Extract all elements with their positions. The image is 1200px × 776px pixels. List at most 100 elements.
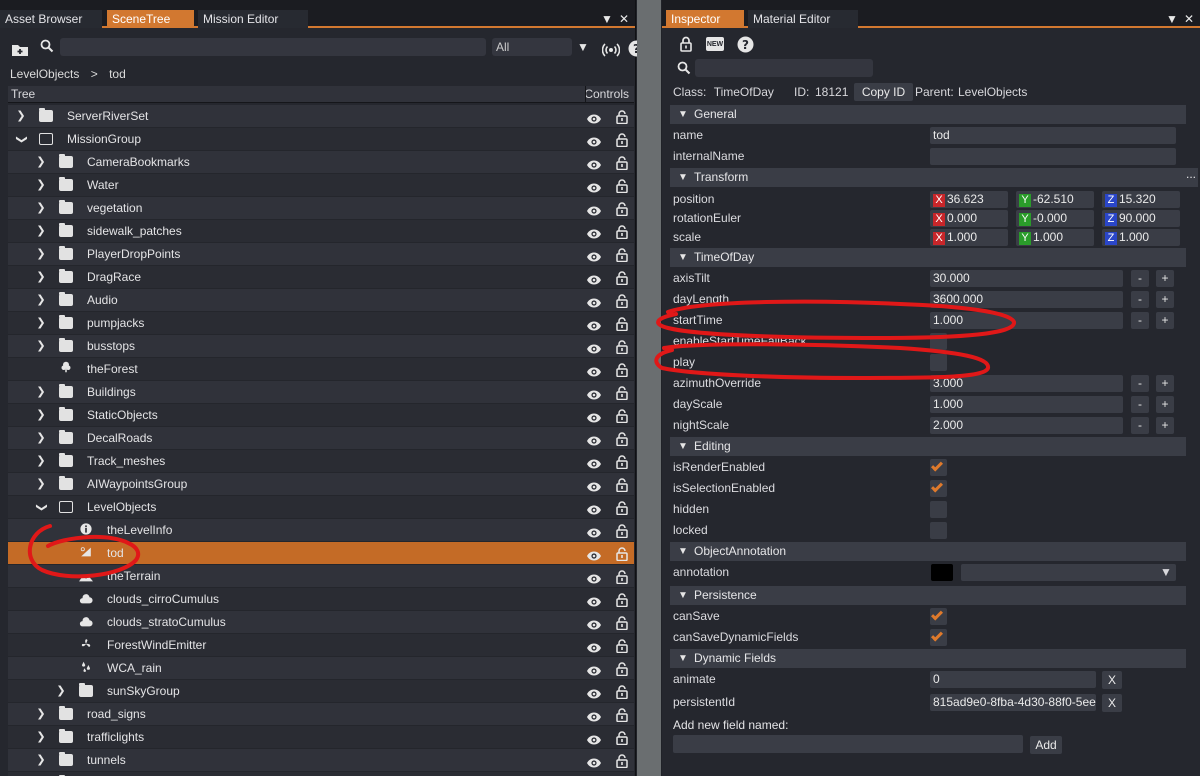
lock-icon[interactable] (616, 385, 628, 401)
dropdown-icon[interactable]: ▼ (601, 10, 613, 28)
lock-icon[interactable] (616, 592, 628, 608)
tab-material-editor[interactable]: Material Editor (748, 10, 858, 28)
is-render-enabled-checkbox[interactable] (930, 459, 947, 476)
transform-x-input[interactable]: X 36.623 (930, 191, 1008, 208)
tree-search-input[interactable] (60, 38, 486, 56)
tree-row[interactable]: ❯ Track_meshes (8, 450, 634, 473)
category-editing[interactable]: ▼ Editing (670, 437, 1186, 456)
eye-icon[interactable] (586, 685, 602, 699)
new-field-input[interactable] (673, 735, 1023, 753)
lock-icon[interactable] (616, 293, 628, 309)
lock-icon[interactable] (616, 178, 628, 194)
eye-icon[interactable] (586, 156, 602, 170)
add-field-button[interactable]: Add (1030, 736, 1062, 754)
increment-button[interactable]: + (1156, 396, 1174, 413)
transform-y-input[interactable]: Y -62.510 (1016, 191, 1094, 208)
transform-y-input[interactable]: Y 1.000 (1016, 229, 1094, 246)
inspector-search-input[interactable] (695, 59, 873, 77)
tree-row[interactable]: ❯ StaticObjects (8, 404, 634, 427)
name-input[interactable]: tod (930, 127, 1176, 144)
help-icon[interactable]: ? (736, 35, 754, 53)
tree-row[interactable]: ❯ career_garage (8, 772, 634, 776)
eye-icon[interactable] (586, 179, 602, 193)
tree-row[interactable]: theLevelInfo (8, 519, 634, 542)
transform-x-input[interactable]: X 1.000 (930, 229, 1008, 246)
lock-icon[interactable] (616, 408, 628, 424)
lock-icon[interactable] (616, 546, 628, 562)
tree-row[interactable]: ❯ trafficlights (8, 726, 634, 749)
eye-icon[interactable] (586, 133, 602, 147)
eye-icon[interactable] (586, 547, 602, 561)
tree-row[interactable]: WCA_rain (8, 657, 634, 680)
category-general[interactable]: ▼ General (670, 105, 1186, 124)
transform-z-input[interactable]: Z 1.000 (1102, 229, 1180, 246)
category-dynamic-fields[interactable]: ▼ Dynamic Fields (670, 649, 1186, 668)
lock-icon[interactable] (616, 431, 628, 447)
dropdown-icon[interactable]: ▼ (1166, 10, 1178, 28)
add-folder-icon[interactable] (10, 40, 30, 58)
tree-row[interactable]: clouds_cirroCumulus (8, 588, 634, 611)
filter-dropdown-icon[interactable]: ▼ (576, 38, 590, 56)
lock-icon[interactable] (616, 661, 628, 677)
chevron-right-icon[interactable]: ❯ (35, 749, 47, 772)
tab-asset-browser[interactable]: Asset Browser (0, 10, 102, 28)
decrement-button[interactable]: - (1131, 312, 1149, 329)
annotation-select[interactable] (961, 564, 1176, 581)
category-timeofday[interactable]: ▼ TimeOfDay (670, 248, 1186, 267)
increment-button[interactable]: + (1156, 291, 1174, 308)
eye-icon[interactable] (586, 110, 602, 124)
transform-x-input[interactable]: X 0.000 (930, 210, 1008, 227)
starttime-input[interactable]: 1.000 (930, 312, 1123, 329)
tree-row[interactable]: ❯ Audio (8, 289, 634, 312)
decrement-button[interactable]: - (1131, 291, 1149, 308)
persistent-id-input[interactable]: 815ad9e0-8fba-4d30-88f0-5eel (930, 694, 1096, 711)
lock-icon[interactable] (678, 35, 694, 53)
tree-row[interactable]: ❯ Buildings (8, 381, 634, 404)
eye-icon[interactable] (586, 317, 602, 331)
chevron-right-icon[interactable]: ❯ (35, 450, 47, 473)
lock-icon[interactable] (616, 615, 628, 631)
lock-icon[interactable] (616, 316, 628, 332)
tab-mission-editor[interactable]: Mission Editor (198, 10, 308, 28)
annotation-color-swatch[interactable] (931, 564, 953, 581)
tree-row[interactable]: ❯ DecalRoads (8, 427, 634, 450)
remove-animate-button[interactable]: X (1102, 671, 1122, 689)
lock-icon[interactable] (616, 339, 628, 355)
tree-row[interactable]: ❯ vegetation (8, 197, 634, 220)
chevron-down-icon[interactable]: ❯ (10, 134, 33, 146)
chevron-right-icon[interactable]: ❯ (35, 220, 47, 243)
lock-icon[interactable] (616, 523, 628, 539)
eye-icon[interactable] (586, 248, 602, 262)
tree-row[interactable]: theForest (8, 358, 634, 381)
broadcast-icon[interactable] (601, 40, 621, 58)
chevron-right-icon[interactable]: ❯ (35, 772, 47, 776)
close-icon[interactable]: ✕ (1184, 10, 1194, 28)
tree-row[interactable]: ❯ Water (8, 174, 634, 197)
lock-icon[interactable] (616, 362, 628, 378)
eye-icon[interactable] (586, 639, 602, 653)
chevron-down-icon[interactable]: ❯ (30, 502, 53, 514)
eye-icon[interactable] (586, 478, 602, 492)
tab-scenetree[interactable]: SceneTree (107, 10, 194, 28)
eye-icon[interactable] (586, 708, 602, 722)
decrement-button[interactable]: - (1131, 375, 1149, 392)
decrement-button[interactable]: - (1131, 417, 1149, 434)
can-save-checkbox[interactable] (930, 608, 947, 625)
transform-z-input[interactable]: Z 90.000 (1102, 210, 1180, 227)
tree-row[interactable]: tod (8, 542, 634, 565)
can-save-dynamic-checkbox[interactable] (930, 629, 947, 646)
play-checkbox[interactable] (930, 354, 947, 371)
eye-icon[interactable] (586, 409, 602, 423)
chevron-right-icon[interactable]: ❯ (35, 266, 47, 289)
eye-icon[interactable] (586, 455, 602, 469)
lock-icon[interactable] (616, 224, 628, 240)
tree-row[interactable]: ❯ road_signs (8, 703, 634, 726)
eye-icon[interactable] (586, 225, 602, 239)
chevron-right-icon[interactable]: ❯ (35, 427, 47, 450)
lock-icon[interactable] (616, 270, 628, 286)
eye-icon[interactable] (586, 662, 602, 676)
enablefallback-checkbox[interactable] (930, 333, 947, 350)
breadcrumb-leaf[interactable]: tod (109, 67, 126, 81)
tree-row[interactable]: theTerrain (8, 565, 634, 588)
animate-input[interactable]: 0 (930, 671, 1096, 688)
